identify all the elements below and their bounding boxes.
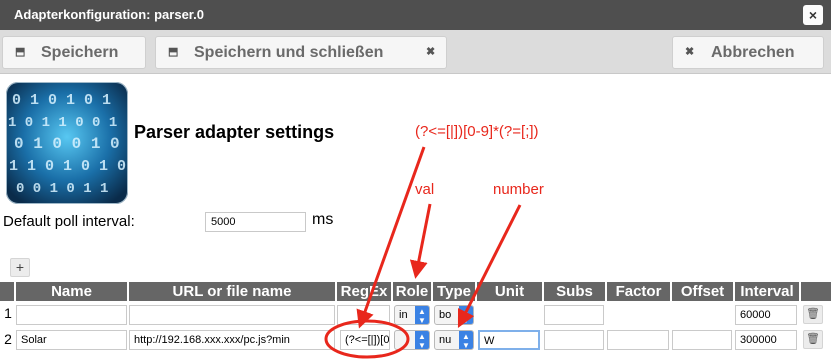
arrow-to-type	[457, 204, 522, 329]
arrow-to-role	[409, 203, 432, 279]
arrow-to-regex	[356, 146, 426, 329]
regex-highlight-ellipse	[324, 319, 410, 359]
annotation-overlay	[324, 146, 522, 359]
